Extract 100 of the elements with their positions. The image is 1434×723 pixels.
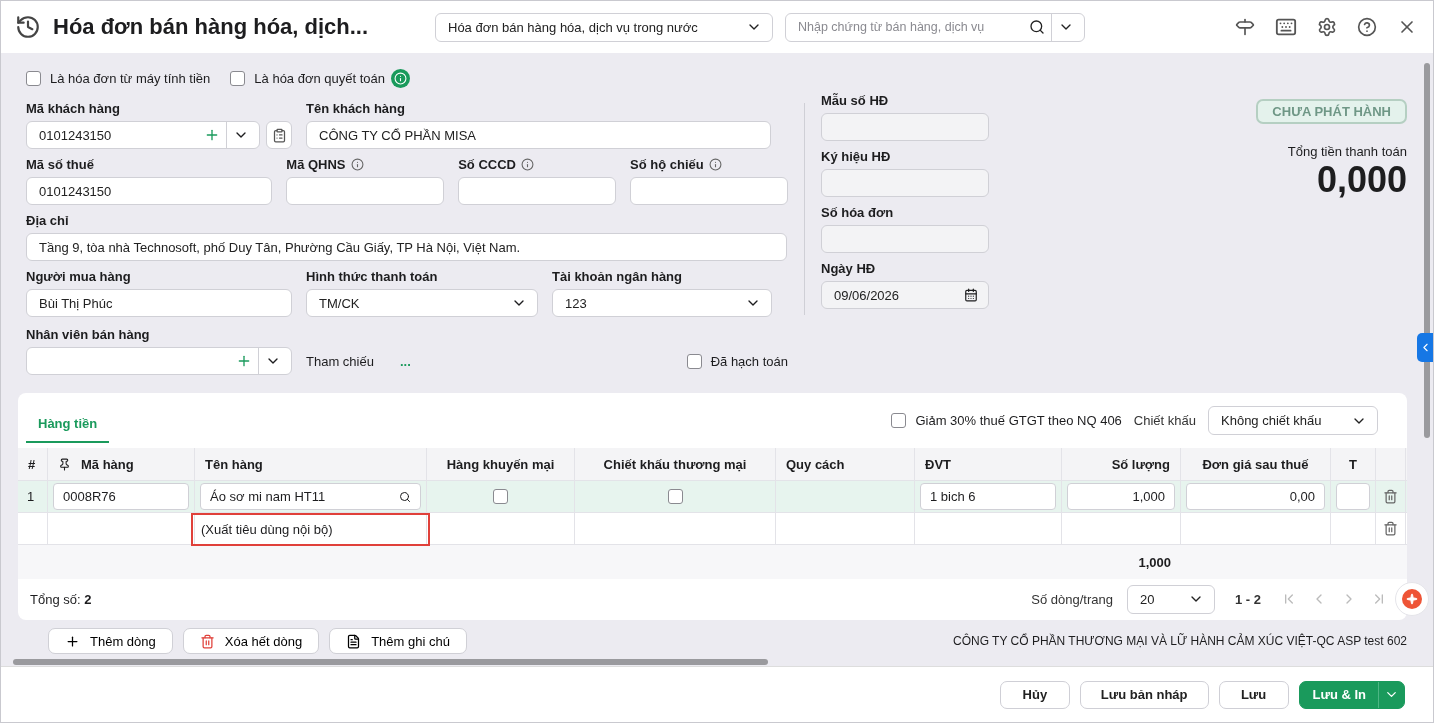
search-icon[interactable] [399,490,411,503]
history-icon[interactable] [15,14,41,40]
cell-input[interactable]: 1,000 [1067,483,1175,510]
trash-icon[interactable] [1383,489,1398,504]
field-label: Hình thức thanh toán [306,267,439,285]
column-total: 1,000 [1137,554,1172,570]
scrollbar-thumb[interactable] [1424,63,1430,438]
cell-input[interactable]: 0,00 [1186,483,1325,510]
assistant-button[interactable] [1395,582,1429,616]
input-field[interactable]: 0101243150 [26,121,260,149]
status-badge: CHƯA PHÁT HÀNH [1256,99,1407,124]
input-field[interactable] [458,177,617,205]
column-header: Quy cách [776,448,915,481]
lookup-button[interactable] [266,121,292,149]
column-header: # [18,448,48,481]
field-label: Tài khoản ngân hàng [552,267,683,285]
select-field[interactable]: TM/CK [306,289,538,317]
column-header: T [1331,448,1376,481]
field-label: Số hóa đơn [821,203,895,221]
input-field[interactable]: CÔNG TY CỔ PHẦN MISA [306,121,771,149]
search-icon[interactable] [1029,19,1045,35]
checkbox-option[interactable]: Đã hạch toán [686,354,788,369]
column-header: Số lượng [1062,448,1181,481]
total-label: Tổng tiền thanh toán [1287,144,1407,159]
field-label: Mã số thuế [26,155,95,173]
input-field[interactable]: Bùi Thị Phúc [26,289,292,317]
help-icon[interactable] [1357,17,1377,37]
trash-icon[interactable] [1383,521,1398,537]
checkbox-option[interactable]: Giảm 30% thuế GTGT theo NQ 406 [891,413,1122,428]
company-name: CÔNG TY CỔ PHẦN THƯƠNG MẠI VÀ LỮ HÀNH CẢM XÚC VIỆT-QC ASP test 602 [953,634,1407,649]
table-row[interactable]: 1 0008R76 Áo sơ mi nam HT11 1 bich 6 1,000 0,00 [18,480,1407,513]
save-print-button[interactable]: Lưu & In [1298,680,1405,709]
discount-label: Chiết khấu [1133,413,1196,428]
table-row[interactable]: (Xuất tiêu dùng nội bộ) [18,512,1407,546]
field-label: Địa chỉ [26,211,70,229]
column-header: Mã hàng [48,448,195,481]
input-field[interactable] [286,177,445,205]
page-size-label: Số dòng/trang [1031,591,1113,607]
info-icon [391,68,410,88]
field-label: Mã khách hàng [26,99,121,117]
checkbox[interactable] [667,489,683,504]
footer-button[interactable]: Lưu bản nháp [1079,680,1209,709]
scrollbar-thumb[interactable] [13,659,768,666]
field-label: Tên khách hàng [306,99,406,117]
field-label: Nhân viên bán hàng [26,325,151,343]
plus-icon[interactable] [204,127,220,143]
plus-icon [65,633,80,649]
field-label: Người mua hàng [26,267,132,285]
total-amount: 0,000 [1316,159,1407,201]
footer-button[interactable]: Lưu [1218,680,1289,709]
action-button[interactable]: Thêm dòng [48,628,173,655]
cell-input[interactable]: 0008R76 [53,483,189,510]
side-panel-toggle[interactable] [1417,333,1433,362]
input-field[interactable]: Tầng 9, tòa nhà Technosoft, phố Duy Tân, Phường Cầu Giấy, TP Hà Nội, Việt Nam. [26,233,787,261]
field-label: Số CCCD [458,155,617,173]
info-icon [708,157,722,171]
pin-icon[interactable] [58,457,71,471]
checkbox-option[interactable]: Là hóa đơn từ máy tính tiền [26,70,211,86]
input-field[interactable] [26,347,292,375]
sparkle-icon [1406,593,1418,605]
page-size-select[interactable]: 20 [1127,584,1215,614]
input-field[interactable] [630,177,788,205]
window-title: Hóa đơn bán hàng hóa, dịch... [53,14,370,40]
checkbox[interactable] [493,489,508,504]
note-icon [346,633,362,649]
signpost-icon[interactable] [1235,17,1255,37]
cell-input[interactable]: 1 bich 6 [920,483,1056,510]
checkbox-option[interactable]: Là hóa đơn quyết toán [230,70,385,86]
row-number: 1 [26,489,36,504]
plus-icon[interactable] [236,353,252,369]
field-label: Mã QHNS [286,155,445,173]
cell-input[interactable] [1336,483,1370,510]
field-label: Số hộ chiếu [630,155,788,173]
highlighted-note: (Xuất tiêu dùng nội bộ) [191,512,430,546]
column-header: Đơn giá sau thuế [1181,448,1331,481]
action-button[interactable]: Thêm ghi chú [329,628,467,655]
column-header: Hàng khuyến mại [427,448,575,481]
trash-icon [199,633,215,649]
field-label: Mẫu số HĐ [821,91,890,109]
page-range: 1 - 2 [1235,591,1261,607]
keyboard-icon[interactable] [1275,16,1297,38]
field-label: Ngày HĐ [821,259,877,277]
reference-label: Tham chiếu [306,354,375,369]
footer-button[interactable]: Hủy [999,680,1070,709]
tab[interactable]: Hàng tiền [26,406,110,443]
cell-input[interactable]: Áo sơ mi nam HT11 [200,483,421,510]
column-header: ĐVT [915,448,1062,481]
info-icon [350,157,364,171]
info-icon [521,157,534,171]
discount-select[interactable]: Không chiết khấu [1208,406,1378,435]
select-field[interactable]: 123 [552,289,772,317]
field-label: Ký hiệu HĐ [821,147,892,165]
column-header: Chiết khấu thương mại [575,448,776,481]
action-button[interactable]: Xóa hết dòng [182,628,320,655]
settings-icon[interactable] [1317,17,1337,37]
document-type-select[interactable]: Hóa đơn bán hàng hóa, dịch vụ trong nước [435,12,773,42]
row-count: Tổng số: 2 [30,591,92,607]
column-header: Tên hàng [195,448,427,481]
input-field[interactable]: 0101243150 [26,177,273,205]
search-field[interactable]: Nhập chứng từ bán hàng, dịch vụ [785,12,1085,42]
